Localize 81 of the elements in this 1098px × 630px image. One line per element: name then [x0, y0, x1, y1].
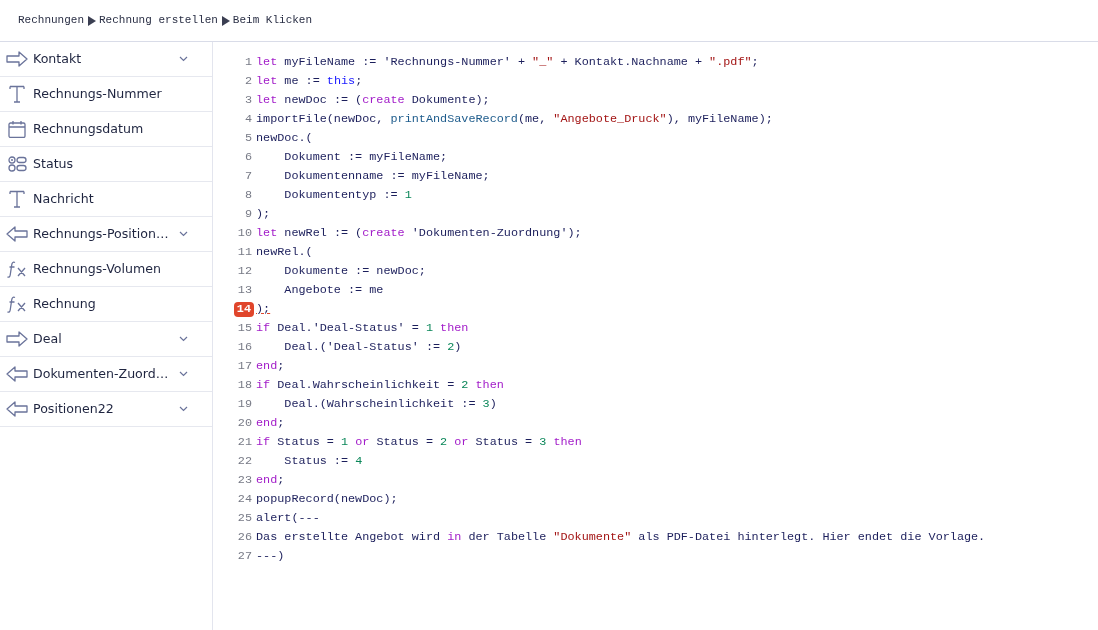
line-number: 21 — [237, 434, 252, 451]
code-line: Status := 4 — [283, 453, 363, 470]
line-number: 9 — [244, 206, 252, 223]
code-line: if Deal.Wahrscheinlichkeit = 2 then — [256, 377, 504, 394]
text-icon — [6, 190, 28, 208]
code-line: Dokumente := newDoc; — [283, 263, 426, 280]
line-number: 11 — [237, 244, 252, 261]
error-badge: 14 — [233, 302, 254, 317]
line-number: 4 — [244, 111, 252, 128]
line-number: 24 — [237, 491, 252, 508]
sidebar-item[interactable]: Deal — [0, 322, 212, 357]
code-line: ---) — [256, 548, 285, 565]
code-line: newRel.( — [256, 244, 313, 261]
code-line: importFile(newDoc, printAndSaveRecord(me, "Angebote_Druck"), myFileName); — [256, 111, 773, 128]
calendar-icon — [6, 120, 28, 138]
line-number: 13 — [237, 282, 252, 299]
sidebar-item[interactable]: Dokumenten-Zuord… — [0, 357, 212, 392]
code-line: Deal.(Wahrscheinlichkeit := 3) — [283, 396, 497, 413]
code-line: ); — [256, 206, 271, 223]
sidebar-item[interactable]: Status — [0, 147, 212, 182]
line-number: 3 — [244, 92, 252, 109]
line-number: 20 — [237, 415, 252, 432]
code-line: alert(--- — [256, 510, 320, 527]
sidebar-item[interactable]: Rechnungsdatum — [0, 112, 212, 147]
line-number: 25 — [237, 510, 252, 527]
line-number: 22 — [237, 453, 252, 470]
breadcrumb-link[interactable]: Rechnung erstellen — [99, 12, 218, 29]
code-line: Dokument := myFileName; — [283, 149, 448, 166]
separator-icon — [220, 15, 230, 26]
sidebar-item[interactable]: Rechnungs-Volumen — [0, 252, 212, 287]
code-line: end; — [256, 472, 285, 489]
code-line: if Deal.'Deal-Status' = 1 then — [256, 320, 469, 337]
line-number: 19 — [237, 396, 252, 413]
sidebar-item[interactable]: Nachricht — [0, 182, 212, 217]
line-number: 12 — [237, 263, 252, 280]
line-number: 1 — [244, 54, 252, 71]
line-number: 15 — [237, 320, 252, 337]
arrow-left-icon — [6, 225, 28, 243]
sidebar-item[interactable]: Rechnung — [0, 287, 212, 322]
sidebar-item[interactable]: Rechnungs-Position… — [0, 217, 212, 252]
arrow-right-icon — [6, 50, 28, 68]
line-number: 7 — [244, 168, 252, 185]
function-icon — [6, 295, 28, 313]
code-line: Deal.('Deal-Status' := 2) — [283, 339, 462, 356]
code-line: let newRel := (create 'Dokumenten-Zuordnung'); — [256, 225, 582, 242]
sidebar-item[interactable]: Rechnungs-Nummer — [0, 77, 212, 112]
line-number: 26 — [237, 529, 252, 546]
line-number: 10 — [237, 225, 252, 242]
line-number: 8 — [244, 187, 252, 204]
line-number: 5 — [244, 130, 252, 147]
sidebar-item[interactable]: Positionen22 — [0, 392, 212, 427]
code-line: popupRecord(newDoc); — [256, 491, 398, 508]
code-line: end; — [256, 358, 285, 375]
line-number: 18 — [237, 377, 252, 394]
code-line: Dokumentenname := myFileName; — [283, 168, 490, 185]
line-number: 23 — [237, 472, 252, 489]
options-icon — [6, 155, 28, 173]
sidebar-item[interactable]: Kontakt — [0, 42, 212, 77]
function-icon — [6, 260, 28, 278]
breadcrumb-link[interactable]: Rechnungen — [18, 12, 84, 29]
code-line: Dokumententyp := 1 — [283, 187, 412, 204]
code-line: let myFileName := 'Rechnungs-Nummer' + "_" + Kontakt.Nachname + ".pdf"; — [256, 54, 759, 71]
text-icon — [6, 85, 28, 103]
arrow-left-icon — [6, 365, 28, 383]
arrow-right-icon — [6, 330, 28, 348]
code-line: if Status = 1 or Status = 2 or Status = 3 then — [256, 434, 582, 451]
line-number: 27 — [237, 548, 252, 565]
separator-icon — [87, 15, 96, 26]
code-line: let newDoc := (create Dokumente); — [256, 92, 490, 109]
line-number: 16 — [237, 339, 252, 356]
code-line: end; — [256, 415, 285, 432]
line-number: 17 — [237, 358, 252, 375]
code-line: newDoc.( — [256, 130, 313, 147]
arrow-left-icon — [6, 400, 28, 418]
breadcrumb-link[interactable]: Beim Klicken — [232, 12, 313, 29]
code-line: Angebote := me — [283, 282, 384, 299]
line-number: 2 — [244, 73, 252, 90]
line-number: 6 — [244, 149, 252, 166]
code-line: Das erstellte Angebot wird in der Tabelle "Dokumente" als PDF-Datei hinterlegt. Hier endet die Vorlage. — [256, 529, 986, 546]
code-line: let me := this; — [256, 73, 363, 90]
code-line: ); — [256, 301, 271, 318]
